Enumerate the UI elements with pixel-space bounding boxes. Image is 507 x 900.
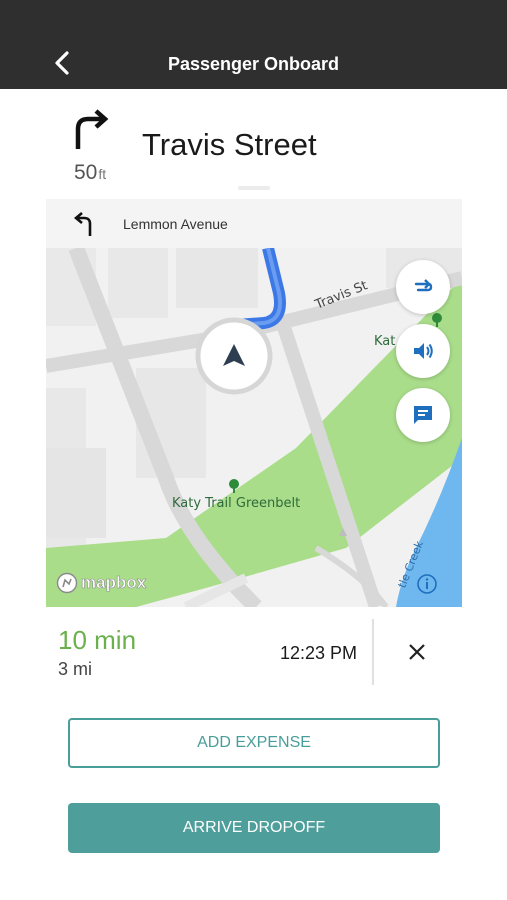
map-label-katy-partial: Kat bbox=[374, 334, 396, 349]
mute-button[interactable] bbox=[396, 324, 450, 378]
turn-left-icon bbox=[73, 212, 92, 236]
maneuver-street: Travis Street bbox=[142, 127, 317, 162]
drag-handle[interactable] bbox=[238, 186, 270, 190]
maneuver-distance: 50ft bbox=[74, 161, 106, 185]
turn-right-icon bbox=[75, 109, 109, 149]
info-icon bbox=[417, 574, 437, 594]
close-icon bbox=[409, 644, 425, 660]
message-icon bbox=[414, 406, 432, 424]
arrival-time: 12:23 PM bbox=[280, 643, 358, 663]
maneuver-panel: 50ft Travis Street bbox=[46, 89, 462, 199]
distance-value: 50 bbox=[74, 161, 98, 184]
eta-distance: 3 mi bbox=[58, 659, 93, 679]
mapbox-mark-icon bbox=[56, 572, 78, 594]
attribution-info-button[interactable] bbox=[416, 573, 438, 595]
routes-icon bbox=[414, 279, 433, 292]
volume-icon bbox=[414, 343, 433, 359]
feedback-button[interactable] bbox=[396, 388, 450, 442]
top-bar: Passenger Onboard bbox=[0, 0, 507, 89]
mapbox-logo: mapbox bbox=[56, 570, 146, 596]
divider bbox=[372, 619, 374, 685]
eta-duration: 10 min bbox=[58, 625, 137, 655]
trip-summary: 10 min 3 mi 12:23 PM bbox=[46, 607, 462, 687]
mapbox-wordmark: mapbox bbox=[81, 573, 147, 593]
arrive-dropoff-button[interactable]: ARRIVE DROPOFF bbox=[68, 803, 440, 853]
end-navigation-button[interactable] bbox=[404, 639, 430, 665]
map-view[interactable]: Travis St Kat Katy Trail Greenbelt tle C… bbox=[46, 248, 462, 607]
route-overview-button[interactable] bbox=[396, 260, 450, 314]
distance-unit: ft bbox=[98, 166, 107, 182]
add-expense-button[interactable]: ADD EXPENSE bbox=[68, 718, 440, 768]
next-step-street: Lemmon Avenue bbox=[123, 216, 228, 232]
next-step-banner: Lemmon Avenue bbox=[46, 199, 462, 248]
map-label-greenbelt: Katy Trail Greenbelt bbox=[172, 496, 301, 511]
page-title: Passenger Onboard bbox=[167, 54, 340, 74]
